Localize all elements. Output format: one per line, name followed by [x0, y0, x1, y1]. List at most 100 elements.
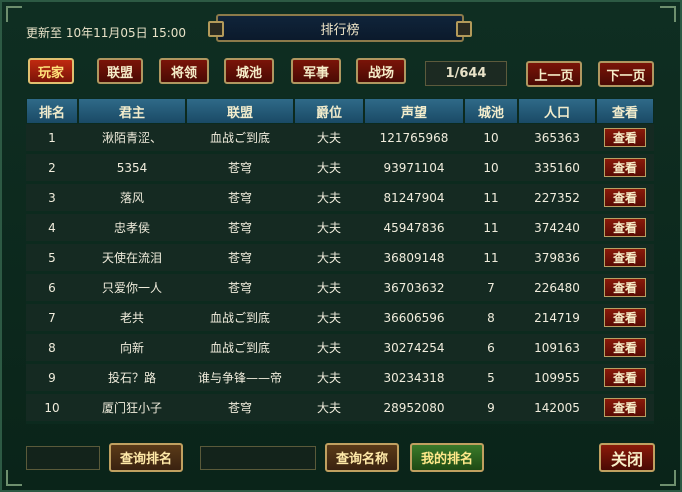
cities-cell: 9 [464, 394, 518, 424]
alliance-cell: 谁与争锋——帝 [186, 364, 294, 394]
table-row: 4 忠孝侯 苍穹 大夫 45947836 11 374240 查看 [26, 214, 654, 244]
title-cell: 大夫 [294, 274, 364, 304]
title-cell: 大夫 [294, 394, 364, 424]
tab-battlefield[interactable]: 战场 [356, 58, 406, 84]
prestige-cell: 36703632 [364, 274, 464, 304]
title-cell: 大夫 [294, 214, 364, 244]
corner-ornament [660, 6, 676, 22]
population-cell: 365363 [518, 124, 596, 154]
tab-cities[interactable]: 城池 [224, 58, 274, 84]
lord-cell: 老共 [78, 304, 186, 334]
cities-cell: 10 [464, 124, 518, 154]
tab-generals[interactable]: 将领 [159, 58, 209, 84]
view-button[interactable]: 查看 [604, 248, 646, 267]
alliance-cell: 血战ご到底 [186, 124, 294, 154]
rank-cell: 7 [26, 304, 78, 334]
population-cell: 379836 [518, 244, 596, 274]
rank-cell: 1 [26, 124, 78, 154]
view-cell: 查看 [596, 364, 654, 394]
rank-cell: 5 [26, 244, 78, 274]
population-cell: 374240 [518, 214, 596, 244]
alliance-cell: 苍穹 [186, 244, 294, 274]
population-cell: 226480 [518, 274, 596, 304]
rank-cell: 3 [26, 184, 78, 214]
rank-cell: 6 [26, 274, 78, 304]
cities-cell: 5 [464, 364, 518, 394]
column-header-cities[interactable]: 城池 [464, 98, 518, 124]
view-cell: 查看 [596, 244, 654, 274]
ranking-table: 排名 君主 联盟 爵位 声望 城池 人口 查看 1 湫陌青涩、 血战ご到底 大夫 121… [26, 98, 654, 424]
window-title: 排行榜 [320, 22, 360, 38]
corner-ornament [6, 6, 22, 22]
alliance-cell: 苍穹 [186, 274, 294, 304]
view-button[interactable]: 查看 [604, 278, 646, 297]
population-cell: 109955 [518, 364, 596, 394]
view-button[interactable]: 查看 [604, 188, 646, 207]
prestige-cell: 30234318 [364, 364, 464, 394]
lord-cell: 向新 [78, 334, 186, 364]
corner-ornament [660, 470, 676, 486]
title-ornament-icon [208, 21, 224, 37]
title-cell: 大夫 [294, 334, 364, 364]
title-cell: 大夫 [294, 184, 364, 214]
view-cell: 查看 [596, 154, 654, 184]
column-header-lord[interactable]: 君主 [78, 98, 186, 124]
population-cell: 109163 [518, 334, 596, 364]
cities-cell: 7 [464, 274, 518, 304]
tab-alliances[interactable]: 联盟 [97, 58, 143, 84]
lord-cell: 落风 [78, 184, 186, 214]
alliance-cell: 苍穹 [186, 184, 294, 214]
column-header-population[interactable]: 人口 [518, 98, 596, 124]
column-header-title[interactable]: 爵位 [294, 98, 364, 124]
view-button[interactable]: 查看 [604, 398, 646, 417]
title-cell: 大夫 [294, 364, 364, 394]
prestige-cell: 36809148 [364, 244, 464, 274]
table-row: 3 落风 苍穹 大夫 81247904 11 227352 查看 [26, 184, 654, 214]
close-button[interactable]: 关闭 [599, 443, 655, 472]
lord-cell: 厦门狂小子 [78, 394, 186, 424]
name-search-input[interactable] [200, 446, 316, 470]
table-row: 6 只爱你一人 苍穹 大夫 36703632 7 226480 查看 [26, 274, 654, 304]
next-page-button[interactable]: 下一页 [598, 61, 654, 87]
lord-cell: 5354 [78, 154, 186, 184]
view-button[interactable]: 查看 [604, 308, 646, 327]
query-name-button[interactable]: 查询名称 [325, 443, 399, 472]
table-row: 5 天使在流泪 苍穹 大夫 36809148 11 379836 查看 [26, 244, 654, 274]
ranking-window: 更新至 10年11月05日 15:00 排行榜 玩家 联盟 将领 城池 军事 战… [0, 0, 682, 492]
table-row: 10 厦门狂小子 苍穹 大夫 28952080 9 142005 查看 [26, 394, 654, 424]
view-button[interactable]: 查看 [604, 218, 646, 237]
column-header-alliance[interactable]: 联盟 [186, 98, 294, 124]
table-header-row: 排名 君主 联盟 爵位 声望 城池 人口 查看 [26, 98, 654, 124]
title-ornament-icon [456, 21, 472, 37]
corner-ornament [6, 470, 22, 486]
title-plate: 排行榜 [208, 14, 472, 42]
view-cell: 查看 [596, 214, 654, 244]
query-rank-button[interactable]: 查询排名 [109, 443, 183, 472]
view-button[interactable]: 查看 [604, 368, 646, 387]
view-button[interactable]: 查看 [604, 158, 646, 177]
table-row: 1 湫陌青涩、 血战ご到底 大夫 121765968 10 365363 查看 [26, 124, 654, 154]
rank-cell: 8 [26, 334, 78, 364]
title-cell: 大夫 [294, 244, 364, 274]
column-header-prestige[interactable]: 声望 [364, 98, 464, 124]
title-cell: 大夫 [294, 304, 364, 334]
table-row: 8 向新 血战ご到底 大夫 30274254 6 109163 查看 [26, 334, 654, 364]
lord-cell: 投石？路 [78, 364, 186, 394]
prestige-cell: 121765968 [364, 124, 464, 154]
rank-cell: 4 [26, 214, 78, 244]
column-header-rank[interactable]: 排名 [26, 98, 78, 124]
view-button[interactable]: 查看 [604, 338, 646, 357]
tab-military[interactable]: 军事 [291, 58, 341, 84]
view-cell: 查看 [596, 274, 654, 304]
alliance-cell: 苍穹 [186, 394, 294, 424]
my-rank-button[interactable]: 我的排名 [410, 443, 484, 472]
population-cell: 335160 [518, 154, 596, 184]
tab-players[interactable]: 玩家 [28, 58, 74, 84]
view-button[interactable]: 查看 [604, 128, 646, 147]
rank-search-input[interactable] [26, 446, 100, 470]
prev-page-button[interactable]: 上一页 [526, 61, 582, 87]
cities-cell: 11 [464, 184, 518, 214]
prestige-cell: 93971104 [364, 154, 464, 184]
lord-cell: 忠孝侯 [78, 214, 186, 244]
lord-cell: 天使在流泪 [78, 244, 186, 274]
